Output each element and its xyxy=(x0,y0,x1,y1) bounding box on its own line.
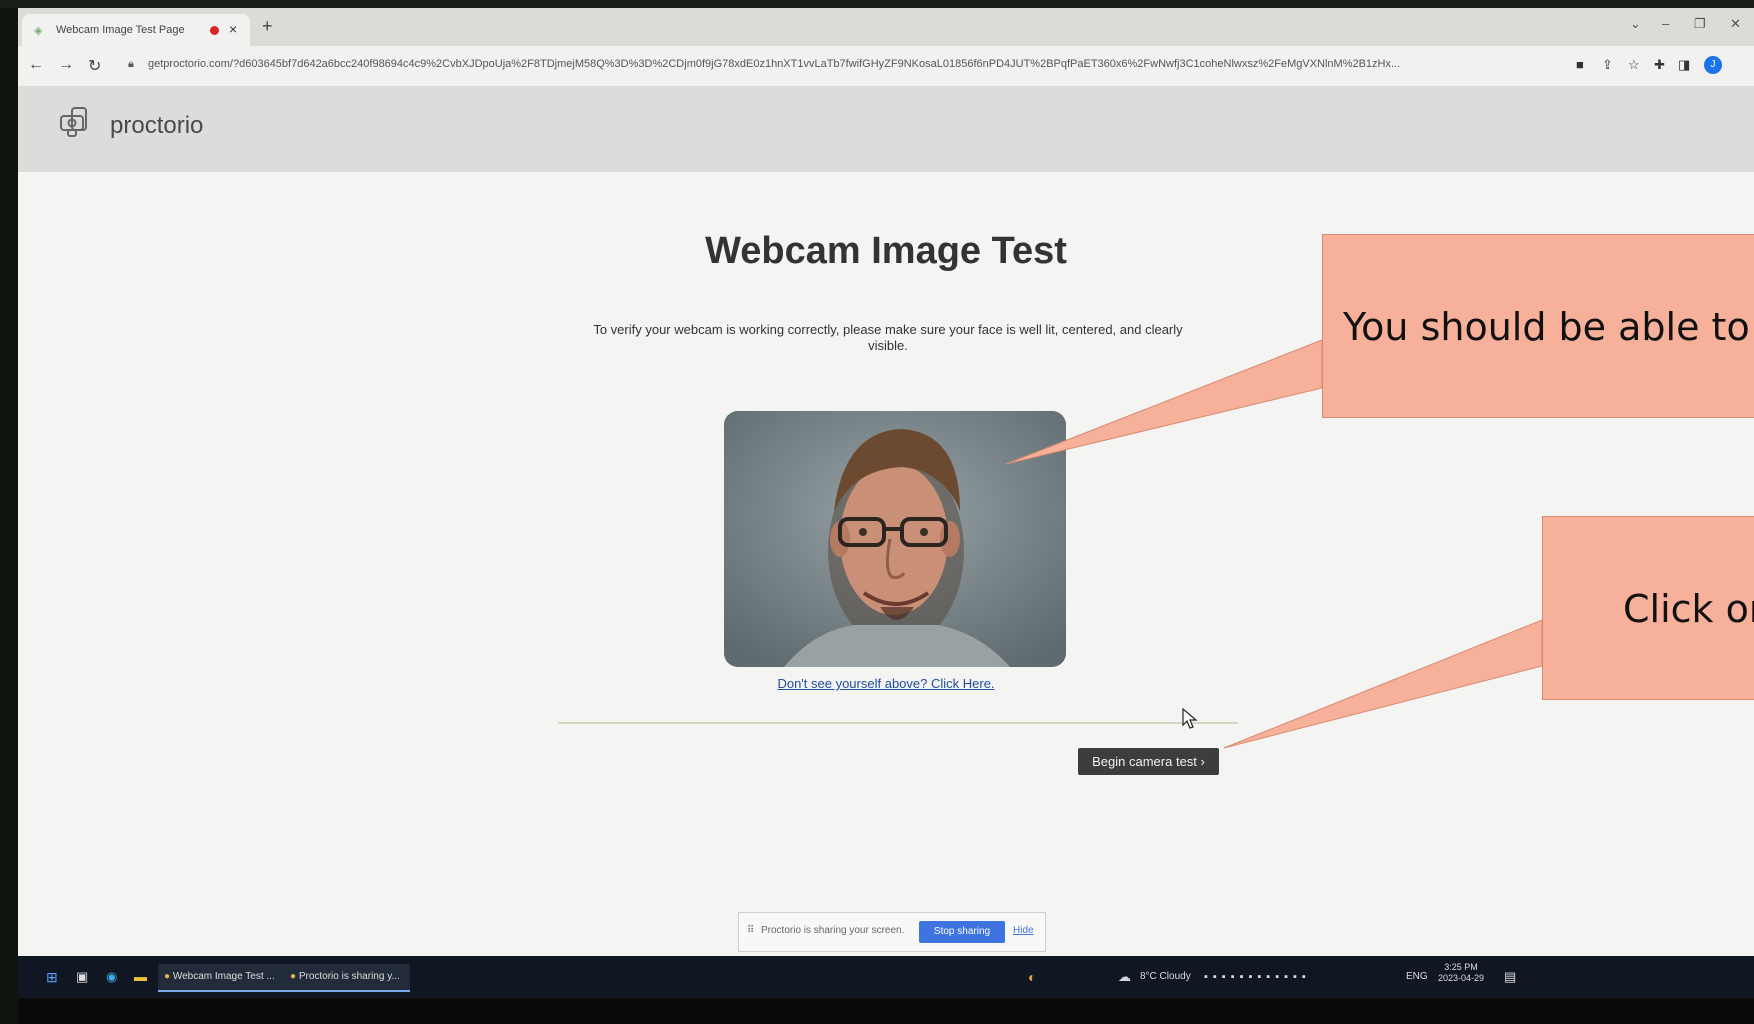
callout-webcam: You should be able to xyxy=(1322,234,1754,418)
callout-begin-text: Click on xyxy=(1623,587,1754,631)
callout-webcam-text: You should be able to xyxy=(1343,305,1750,349)
callout-pointers xyxy=(1005,339,1543,749)
callout-begin: Click on xyxy=(1542,516,1754,700)
